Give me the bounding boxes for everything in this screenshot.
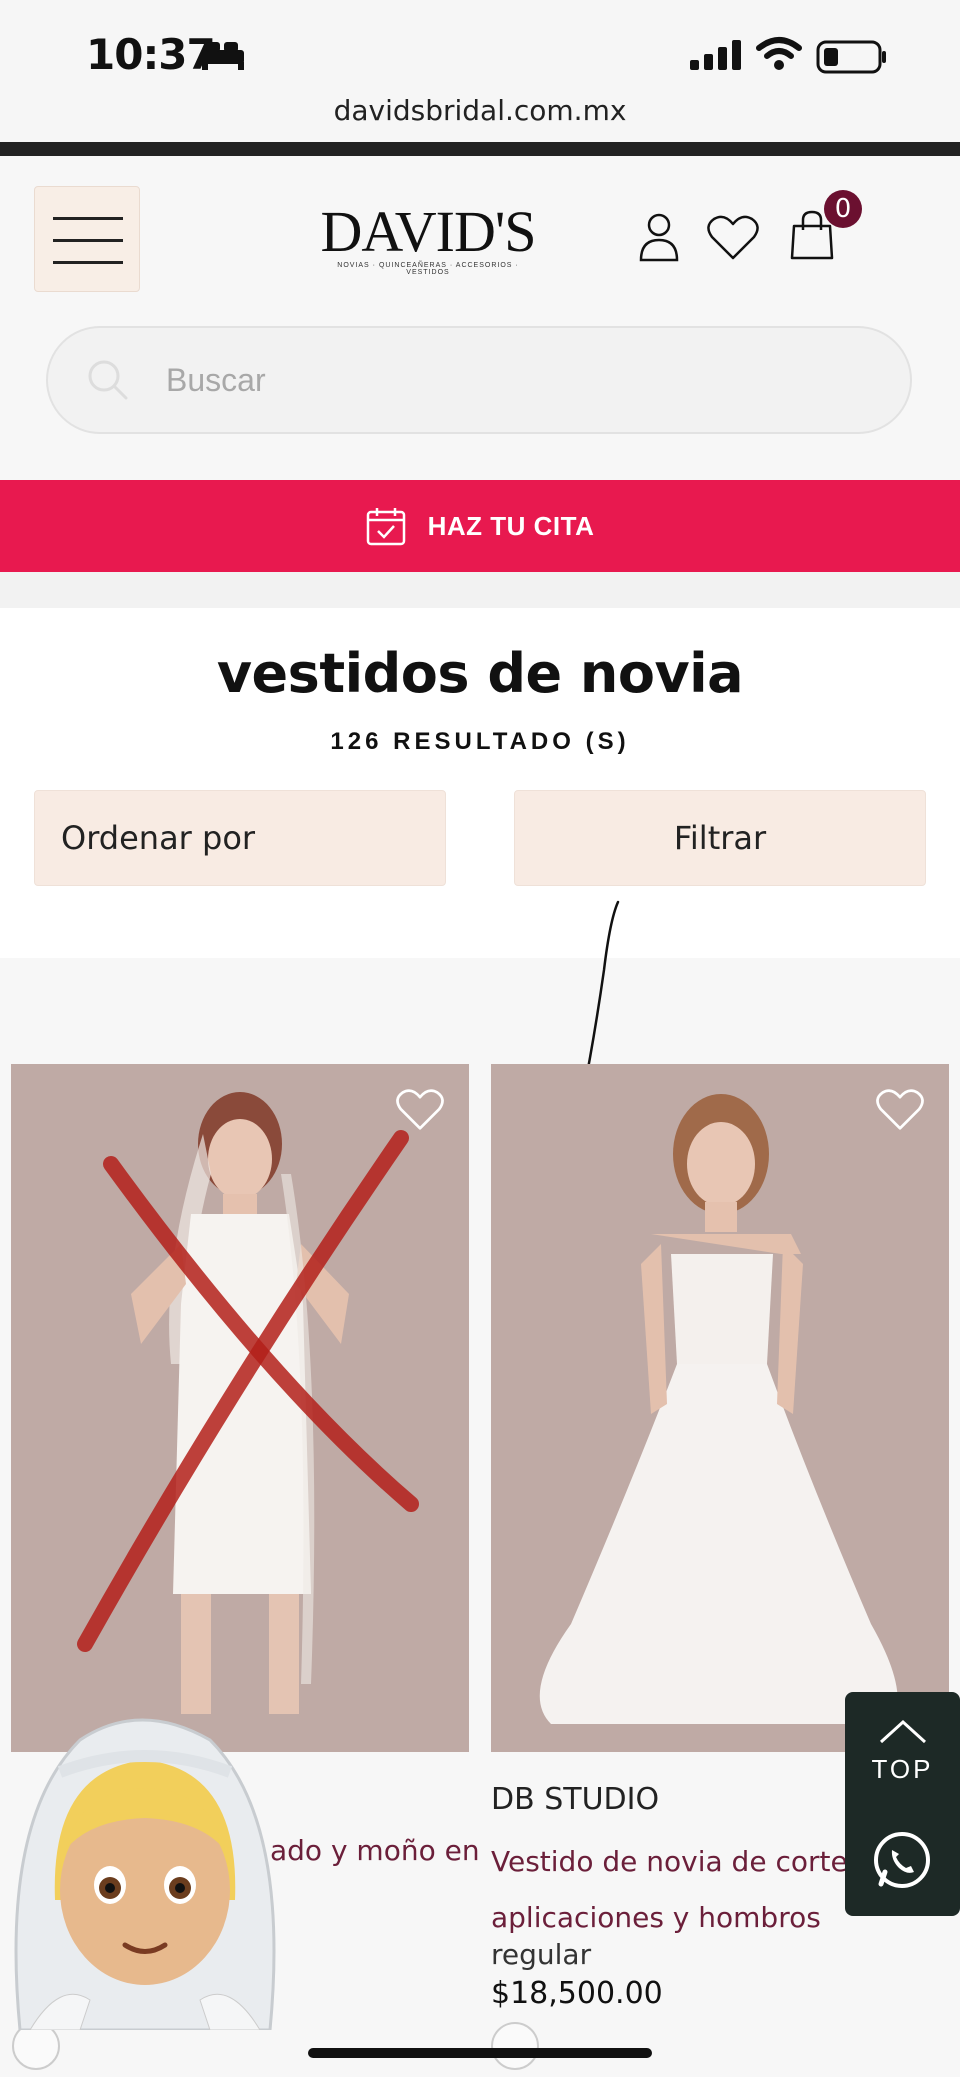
spacer <box>0 572 960 608</box>
status-bar: 10:37 davidsbridal.com.mx <box>0 0 960 142</box>
floating-actions: TOP <box>845 1692 960 1916</box>
cart-count-badge: 0 <box>824 190 862 228</box>
wifi-icon <box>756 37 802 70</box>
results-header: vestidos de novia 126 RESULTADO (S) Orde… <box>0 608 960 958</box>
sort-button[interactable]: Ordenar por <box>34 790 446 886</box>
address-bar-url[interactable]: davidsbridal.com.mx <box>0 94 960 127</box>
filter-button[interactable]: Filtrar <box>514 790 926 886</box>
wishlist-heart-icon[interactable] <box>395 1088 445 1132</box>
product-image[interactable] <box>491 1064 949 1752</box>
product-name[interactable]: ado y moño en <box>270 1834 480 1867</box>
clock: 10:37 <box>86 30 216 79</box>
logo-tagline: NOVIAS · QUINCEAÑERAS · ACCESORIOS · VES… <box>337 262 519 276</box>
account-icon[interactable] <box>638 212 680 262</box>
bride-ball-gown-photo <box>491 1064 949 1752</box>
wishlist-heart-icon[interactable] <box>875 1088 925 1132</box>
sleep-focus-icon <box>202 42 244 70</box>
cellular-signal-icon <box>690 40 741 70</box>
wishlist-heart-icon[interactable] <box>706 214 760 262</box>
product-image[interactable] <box>11 1064 469 1752</box>
page-title: vestidos de novia <box>216 642 744 705</box>
bride-short-dress-photo <box>11 1064 469 1752</box>
logo-wordmark: DAVID'S <box>320 199 536 264</box>
calendar-check-icon <box>366 508 405 546</box>
site-logo[interactable]: DAVID'S NOVIAS · QUINCEAÑERAS · ACCESORI… <box>318 199 538 277</box>
scroll-to-top-button[interactable]: TOP <box>845 1754 960 1785</box>
product-condition: regular <box>491 1938 592 1971</box>
chevron-up-icon[interactable] <box>877 1718 929 1746</box>
whatsapp-icon[interactable] <box>871 1830 933 1892</box>
search-icon <box>88 360 128 400</box>
product-brand: DB STUDIO <box>491 1782 660 1817</box>
hamburger-menu-button[interactable] <box>34 186 140 292</box>
site-header: DAVID'S NOVIAS · QUINCEAÑERAS · ACCESORI… <box>0 156 960 456</box>
book-appointment-button[interactable]: HAZ TU CITA <box>0 480 960 572</box>
product-price: $18,500.00 <box>491 1976 663 2011</box>
search-bar[interactable] <box>46 326 912 434</box>
bride-emoji-sticker <box>14 1718 276 2030</box>
results-count: 126 RESULTADO (S) <box>330 728 630 755</box>
home-indicator <box>308 2048 652 2058</box>
color-swatch[interactable] <box>491 2022 539 2070</box>
divider <box>0 142 960 156</box>
search-input[interactable] <box>166 350 866 410</box>
battery-icon <box>816 40 886 74</box>
cta-label: HAZ TU CITA <box>427 510 595 541</box>
